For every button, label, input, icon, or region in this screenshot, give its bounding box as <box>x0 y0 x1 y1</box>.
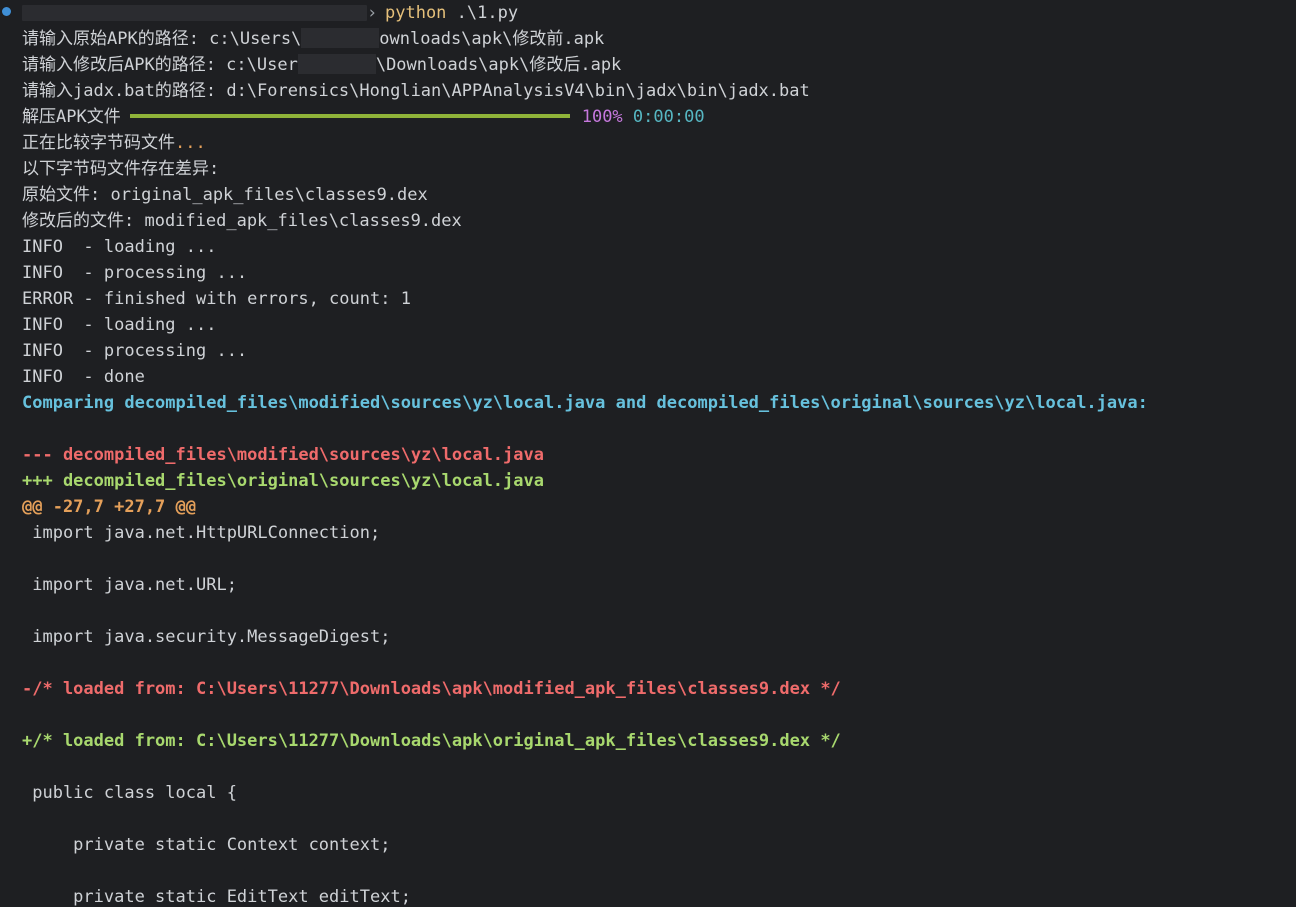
diff-context-line: import java.security.MessageDigest; <box>22 627 391 647</box>
modified-apk-path-tail: \Downloads\apk\修改后.apk <box>375 55 622 75</box>
log-line: INFO - done <box>22 367 145 387</box>
modified-apk-prompt: 请输入修改后APK的路径: c:\User <box>22 55 298 75</box>
terminal-window[interactable]: › python .\1.py 请输入原始APK的路径: c:\Users\ ow… <box>0 0 1296 907</box>
prompt-line: › python .\1.py <box>2 0 1296 26</box>
prompt-chevron-icon: › <box>367 3 378 23</box>
diff-hunk-header: @@ -27,7 +27,7 @@ <box>22 497 196 517</box>
log-line: INFO - processing ... <box>22 263 248 283</box>
comparing-ellipsis: ... <box>175 133 206 153</box>
progress-elapsed: 0:00:00 <box>632 107 705 127</box>
diff-plus-file-header: +++ decompiled_files\original\sources\yz… <box>22 471 544 491</box>
log-line: INFO - loading ... <box>22 237 217 257</box>
diff-minus-file-header: --- decompiled_files\modified\sources\yz… <box>22 445 544 465</box>
diff-added-line: +/* loaded from: C:\Users\11277\Download… <box>22 731 841 751</box>
comparing-text: 正在比较字节码文件 <box>22 133 175 153</box>
progress-label: 解压APK文件 <box>22 107 121 127</box>
prompt-status-dot-icon <box>2 7 11 16</box>
original-apk-path-tail: ownloads\apk\修改前.apk <box>379 29 605 49</box>
jadx-path-input-line: 请输入jadx.bat的路径: d:\Forensics\Honglian\AP… <box>22 81 810 101</box>
redacted-prompt-path <box>22 5 367 21</box>
modified-apk-input-line: 请输入修改后APK的路径: c:\User \Downloads\apk\修改后.… <box>22 52 1296 78</box>
diff-context-line: private static EditText editText; <box>22 887 411 907</box>
progress-percent: 100% <box>581 107 623 127</box>
diff-context-line: import java.net.URL; <box>22 575 237 595</box>
diff-found-line: 以下字节码文件存在差异: <box>22 159 220 179</box>
unzip-progress-line: 解压APK文件 100% 0:00:00 <box>22 104 1296 130</box>
original-file-line: 原始文件: original_apk_files\classes9.dex <box>22 185 428 205</box>
diff-context-line: public class local { <box>22 783 237 803</box>
modified-file-line: 修改后的文件: modified_apk_files\classes9.dex <box>22 211 462 231</box>
diff-comparing-header: Comparing decompiled_files\modified\sour… <box>22 393 1148 413</box>
diff-context-line: private static Context context; <box>22 835 391 855</box>
prompt-command: python .\1.py <box>385 0 518 26</box>
diff-context-line: import java.net.HttpURLConnection; <box>22 523 381 543</box>
original-apk-prompt: 请输入原始APK的路径: c:\Users\ <box>22 29 302 49</box>
command-executable: python <box>385 3 447 23</box>
log-line: INFO - processing ... <box>22 341 248 361</box>
comparing-status-line: 正在比较字节码文件... <box>22 130 1296 156</box>
command-arguments: .\1.py <box>446 3 519 23</box>
log-line: INFO - loading ... <box>22 315 217 335</box>
diff-removed-line: -/* loaded from: C:\Users\11277\Download… <box>22 679 841 699</box>
redacted-username <box>297 54 376 74</box>
redacted-username <box>301 28 380 48</box>
progress-bar <box>129 114 570 118</box>
log-line: ERROR - finished with errors, count: 1 <box>22 289 411 309</box>
original-apk-input-line: 请输入原始APK的路径: c:\Users\ ownloads\apk\修改前.a… <box>22 26 1296 52</box>
